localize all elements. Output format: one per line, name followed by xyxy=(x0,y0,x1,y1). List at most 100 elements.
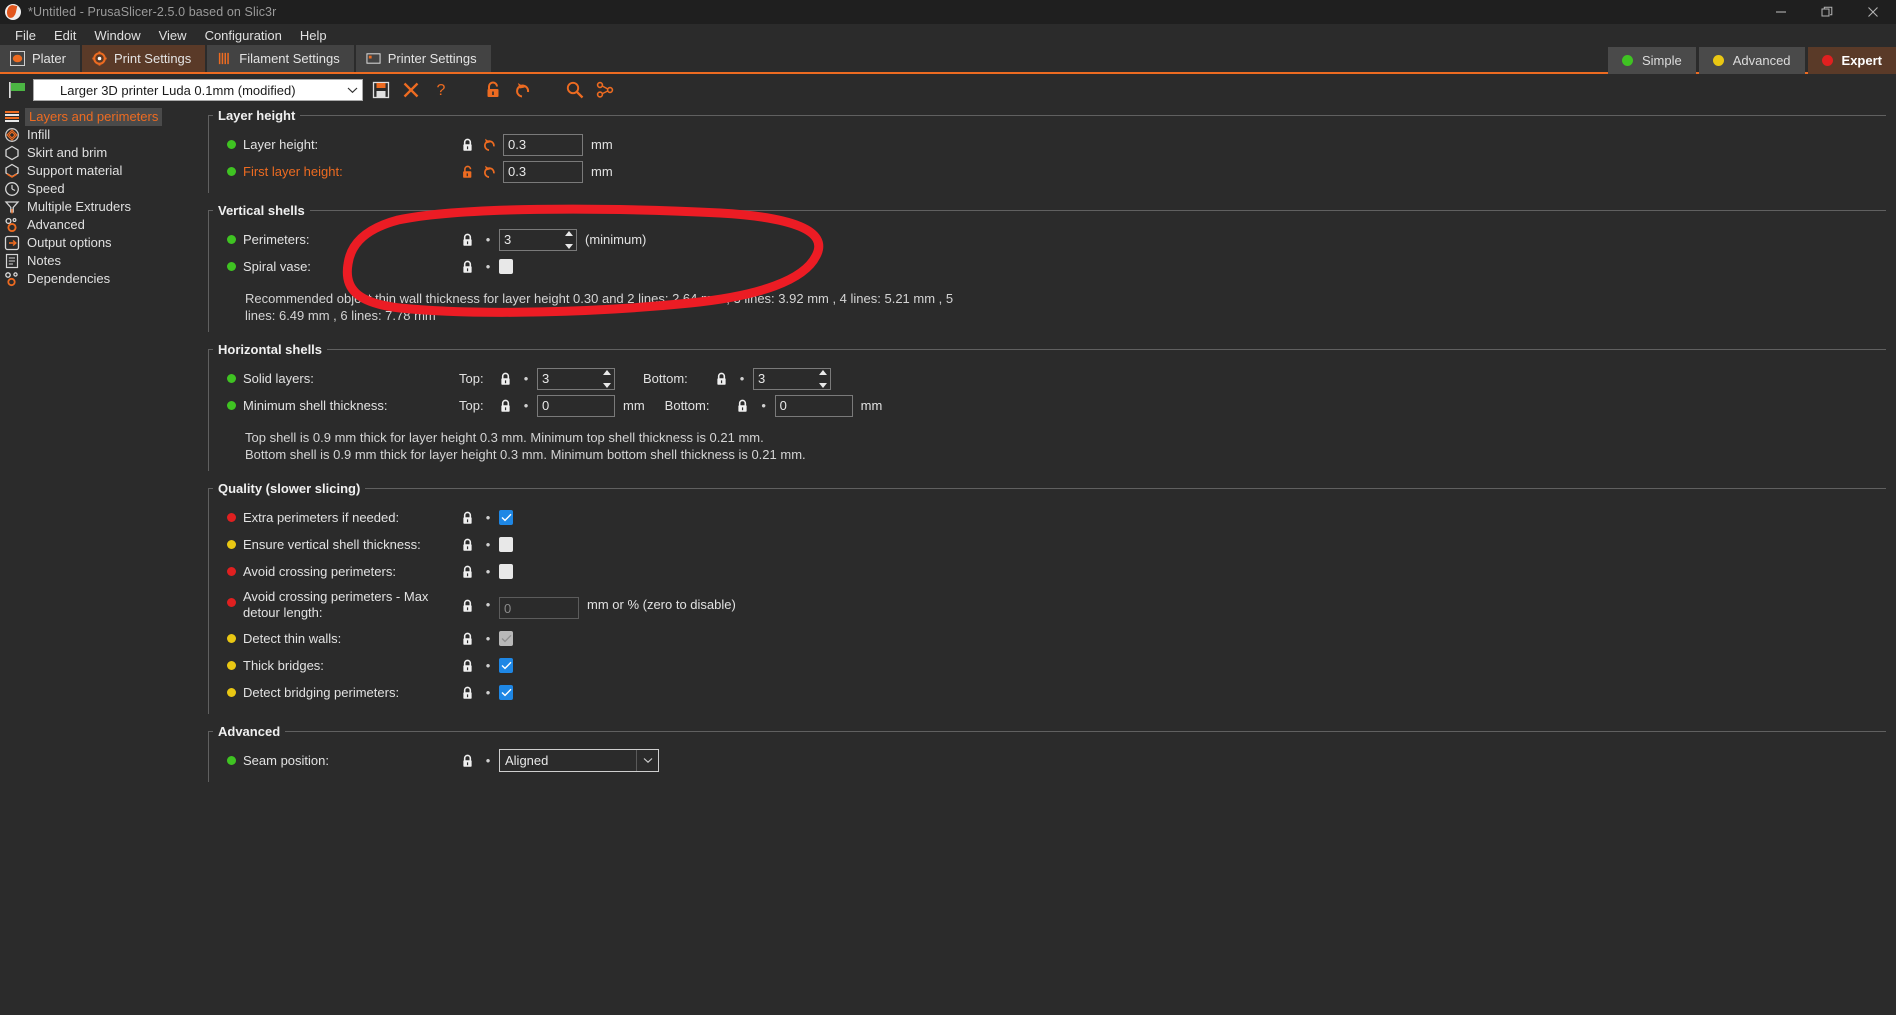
sidebar-item-support-material[interactable]: Support material xyxy=(0,162,199,180)
sidebar-item-skirt-and-brim[interactable]: Skirt and brim xyxy=(0,144,199,162)
row-seam-position: Seam position: • Aligned xyxy=(227,747,1886,774)
lock-closed-icon[interactable] xyxy=(459,597,475,613)
lock-closed-icon[interactable] xyxy=(713,371,729,387)
revert-icon[interactable] xyxy=(481,137,497,153)
lock-closed-icon[interactable] xyxy=(497,398,513,414)
lock-closed-icon[interactable] xyxy=(497,371,513,387)
mode-expert-button[interactable]: Expert xyxy=(1807,47,1896,74)
solid-layers-top-label: Top: xyxy=(459,371,484,386)
unmodified-dot-icon: • xyxy=(739,371,745,386)
spinner-down-icon[interactable] xyxy=(819,382,827,388)
sidebar-item-advanced[interactable]: Advanced xyxy=(0,216,199,234)
sidebar-item-infill[interactable]: Infill xyxy=(0,126,199,144)
lock-closed-icon[interactable] xyxy=(459,564,475,580)
lock-closed-icon[interactable] xyxy=(459,537,475,553)
spinner-buttons[interactable] xyxy=(562,230,576,250)
search-icon[interactable] xyxy=(563,78,587,102)
tab-plater[interactable]: Plater xyxy=(0,45,80,72)
preset-combobox[interactable]: Larger 3D printer Luda 0.1mm (modified) xyxy=(33,79,363,101)
sidebar-item-notes[interactable]: Notes xyxy=(0,252,199,270)
shell-thickness-note: Top shell is 0.9 mm thick for layer heig… xyxy=(227,419,987,463)
maximize-icon[interactable] xyxy=(1804,0,1850,24)
menu-window[interactable]: Window xyxy=(85,26,149,45)
max-detour-input[interactable] xyxy=(499,597,579,619)
lock-closed-icon[interactable] xyxy=(459,259,475,275)
min-shell-top-input[interactable] xyxy=(537,394,615,417)
avoid-crossing-label-wrap: Avoid crossing perimeters: xyxy=(227,564,459,579)
spinner-up-icon[interactable] xyxy=(565,230,573,236)
first-layer-height-input[interactable] xyxy=(503,160,583,183)
lock-closed-icon[interactable] xyxy=(459,137,475,153)
layer-height-input[interactable] xyxy=(503,133,583,156)
detect-thin-walls-label-wrap: Detect thin walls: xyxy=(227,631,459,646)
menu-view[interactable]: View xyxy=(150,26,196,45)
spinner-down-icon[interactable] xyxy=(603,382,611,388)
spinner-up-icon[interactable] xyxy=(819,369,827,375)
lock-open-icon[interactable] xyxy=(459,164,475,180)
tab-filament-settings[interactable]: Filament Settings xyxy=(207,45,354,72)
sidebar-item-label: Notes xyxy=(27,253,61,268)
chevron-down-icon[interactable] xyxy=(342,80,362,100)
unmodified-dot-icon: • xyxy=(485,510,491,525)
lock-all-icon[interactable] xyxy=(481,78,505,102)
green-flag-icon xyxy=(7,79,29,101)
spinner-down-icon[interactable] xyxy=(565,243,573,249)
tab-print-settings[interactable]: Print Settings xyxy=(81,45,206,72)
sidebar-item-layers-and-perimeters[interactable]: Layers and perimeters xyxy=(0,108,199,126)
tab-bar: Plater Print Settings Filament Settings … xyxy=(0,45,1896,74)
extra-perimeters-checkbox[interactable] xyxy=(499,510,513,525)
solid-layers-bottom-stepper[interactable] xyxy=(753,367,831,390)
sidebar-item-dependencies[interactable]: Dependencies xyxy=(0,270,199,288)
menu-file[interactable]: File xyxy=(6,26,45,45)
row-perimeters: Perimeters: • 3 (minimum) xyxy=(227,226,1886,253)
lock-closed-icon[interactable] xyxy=(459,753,475,769)
sidebar-item-output-options[interactable]: Output options xyxy=(0,234,199,252)
mode-bullet-yellow xyxy=(227,540,236,549)
chevron-down-icon[interactable] xyxy=(636,750,658,771)
help-icon[interactable]: ? xyxy=(429,78,453,102)
menu-help[interactable]: Help xyxy=(291,26,336,45)
save-preset-icon[interactable] xyxy=(369,78,393,102)
perimeters-stepper[interactable] xyxy=(499,228,577,251)
spinner-buttons[interactable] xyxy=(600,369,614,389)
max-detour-unit: mm or % (zero to disable) xyxy=(587,597,736,612)
compare-presets-icon[interactable] xyxy=(593,78,617,102)
unmodified-dot-icon: • xyxy=(485,753,491,768)
mode-bullet-yellow xyxy=(227,634,236,643)
mode-simple-button[interactable]: Simple xyxy=(1607,47,1696,74)
spinner-buttons[interactable] xyxy=(816,369,830,389)
seam-position-combobox[interactable]: Aligned xyxy=(499,749,659,772)
sidebar-item-speed[interactable]: Speed xyxy=(0,180,199,198)
max-detour-label: Avoid crossing perimeters - Max detour l… xyxy=(243,589,429,620)
lock-closed-icon[interactable] xyxy=(459,685,475,701)
thick-bridges-checkbox[interactable] xyxy=(499,658,513,673)
menu-configuration[interactable]: Configuration xyxy=(196,26,291,45)
close-icon[interactable] xyxy=(1850,0,1896,24)
tab-printer-settings[interactable]: Printer Settings xyxy=(355,45,491,72)
detect-bridging-checkbox[interactable] xyxy=(499,685,513,700)
row-detect-thin-walls: Detect thin walls: • xyxy=(227,625,1886,652)
revert-all-icon[interactable] xyxy=(511,78,535,102)
solid-layers-top-stepper[interactable] xyxy=(537,367,615,390)
sidebar-item-multiple-extruders[interactable]: Multiple Extruders xyxy=(0,198,199,216)
ensure-vst-label: Ensure vertical shell thickness: xyxy=(243,537,421,552)
lock-closed-icon[interactable] xyxy=(459,631,475,647)
detect-thin-walls-checkbox[interactable] xyxy=(499,631,513,646)
tab-print-settings-label: Print Settings xyxy=(113,51,192,66)
lock-closed-icon[interactable] xyxy=(459,510,475,526)
mode-bullet-green xyxy=(227,140,236,149)
delete-preset-icon[interactable] xyxy=(399,78,423,102)
min-shell-bottom-input[interactable] xyxy=(774,394,853,417)
minimize-icon[interactable] xyxy=(1758,0,1804,24)
spiral-vase-checkbox[interactable] xyxy=(499,259,513,274)
revert-icon[interactable] xyxy=(481,164,497,180)
prusaslicer-logo-icon xyxy=(5,4,21,20)
mode-advanced-button[interactable]: Advanced xyxy=(1698,47,1805,74)
lock-closed-icon[interactable] xyxy=(459,232,475,248)
lock-closed-icon[interactable] xyxy=(735,398,751,414)
avoid-crossing-checkbox[interactable] xyxy=(499,564,513,579)
spinner-up-icon[interactable] xyxy=(603,369,611,375)
menu-edit[interactable]: Edit xyxy=(45,26,85,45)
ensure-vst-checkbox[interactable] xyxy=(499,537,513,552)
lock-closed-icon[interactable] xyxy=(459,658,475,674)
